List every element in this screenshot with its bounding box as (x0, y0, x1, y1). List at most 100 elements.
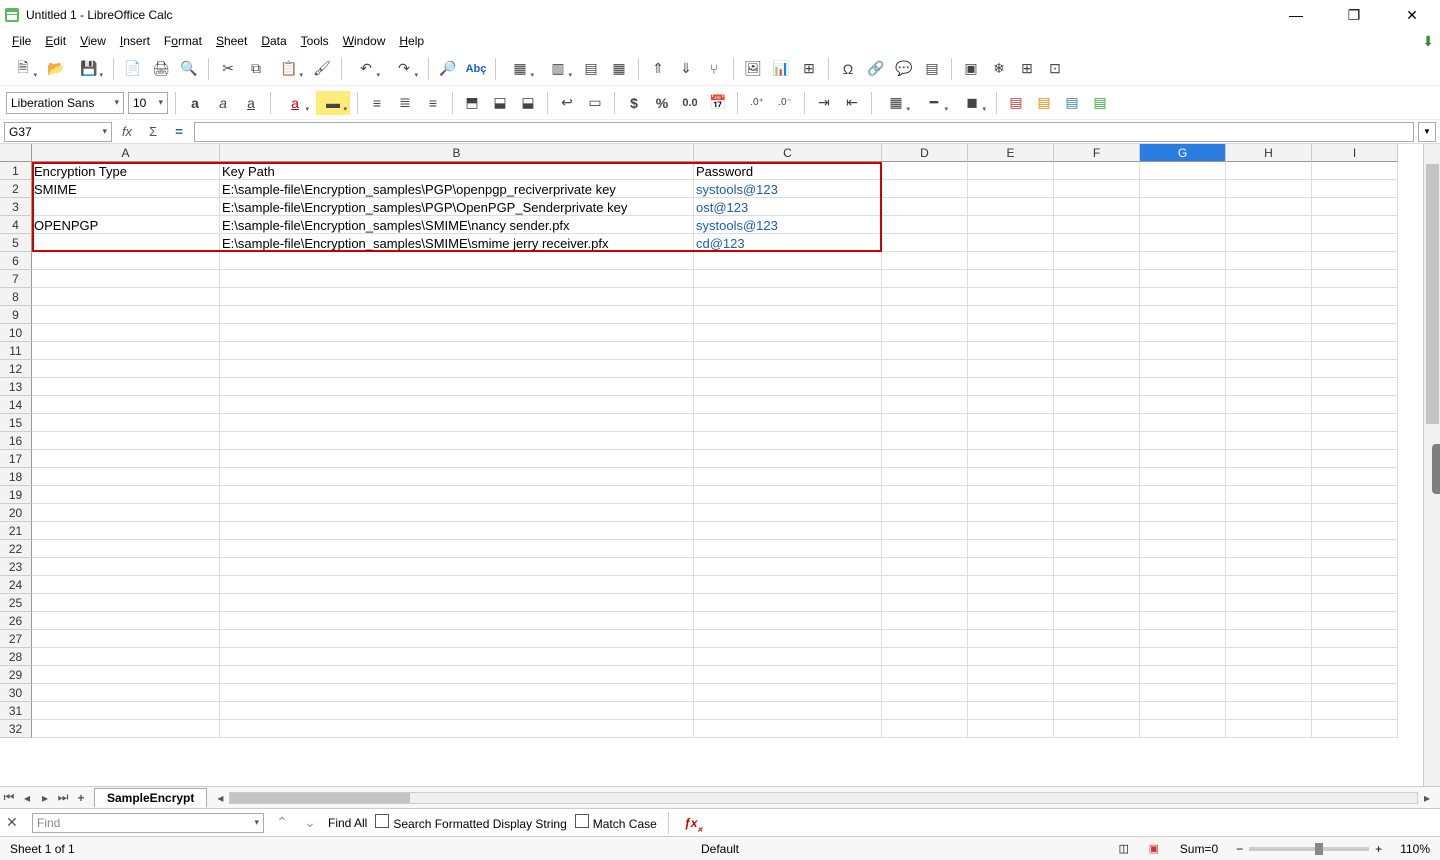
redo-button[interactable]: ↷ (387, 57, 421, 81)
cell[interactable] (1312, 666, 1398, 684)
add-decimal-button[interactable]: .0⁺ (745, 91, 769, 115)
cell[interactable] (1312, 288, 1398, 306)
cell[interactable] (1226, 594, 1312, 612)
row-header-9[interactable]: 9 (0, 306, 32, 324)
status-style[interactable]: Default (697, 842, 743, 856)
sheet-tab-active[interactable]: SampleEncrypt (94, 788, 207, 807)
cell[interactable] (1226, 378, 1312, 396)
row-button[interactable]: ▦ (503, 57, 537, 81)
row-header-21[interactable]: 21 (0, 522, 32, 540)
cell[interactable] (694, 558, 882, 576)
cell[interactable] (1140, 684, 1226, 702)
borders-button[interactable]: ▦ (879, 91, 913, 115)
print-button[interactable]: 🖨 (149, 57, 173, 81)
cell[interactable] (1312, 414, 1398, 432)
cell[interactable] (1226, 666, 1312, 684)
cell[interactable] (220, 720, 694, 738)
row-header-12[interactable]: 12 (0, 360, 32, 378)
zoom-in-button[interactable]: + (1375, 842, 1382, 856)
cell[interactable] (220, 630, 694, 648)
cell[interactable] (882, 594, 968, 612)
cell[interactable] (1226, 720, 1312, 738)
cell[interactable] (32, 450, 220, 468)
pivot-button[interactable]: ⊞ (797, 57, 821, 81)
cell[interactable] (1140, 360, 1226, 378)
headers-footers-button[interactable]: ▤ (920, 57, 944, 81)
cell[interactable] (968, 522, 1054, 540)
match-case-checkbox[interactable]: Match Case (575, 814, 657, 831)
cell[interactable] (694, 684, 882, 702)
cell[interactable] (1140, 522, 1226, 540)
align-middle-button[interactable]: ⬓ (488, 91, 512, 115)
cell[interactable] (882, 468, 968, 486)
save-button[interactable]: 💾 (72, 57, 106, 81)
print-preview-button[interactable]: 🔍 (177, 57, 201, 81)
cell[interactable] (1054, 180, 1140, 198)
font-name-combo[interactable]: Liberation Sans (6, 92, 124, 114)
cell[interactable] (694, 306, 882, 324)
cell[interactable] (882, 288, 968, 306)
cell[interactable] (220, 252, 694, 270)
cell[interactable] (1054, 612, 1140, 630)
spellcheck-button[interactable]: Abç (464, 57, 488, 81)
cell[interactable] (1140, 612, 1226, 630)
horizontal-scrollbar[interactable]: ◂ ▸ (211, 792, 1436, 804)
cell[interactable] (1312, 342, 1398, 360)
cell[interactable] (1312, 162, 1398, 180)
cell[interactable] (694, 612, 882, 630)
column-header-A[interactable]: A (32, 144, 220, 162)
cell-data[interactable]: SMIME (32, 180, 79, 198)
cell[interactable] (1226, 216, 1312, 234)
cell[interactable] (220, 306, 694, 324)
highlight-color-button[interactable]: ▬ (316, 91, 350, 115)
cell[interactable] (1312, 252, 1398, 270)
cell[interactable] (1140, 504, 1226, 522)
cell[interactable] (1226, 234, 1312, 252)
tab-prev-button[interactable]: ◂ (18, 789, 36, 807)
cell[interactable] (1140, 648, 1226, 666)
column-button[interactable]: ▥ (541, 57, 575, 81)
find-input[interactable]: Find (32, 813, 264, 833)
cell[interactable] (968, 720, 1054, 738)
cell[interactable] (220, 288, 694, 306)
cell[interactable] (968, 648, 1054, 666)
cell[interactable] (220, 504, 694, 522)
menu-tools[interactable]: Tools (295, 32, 335, 50)
cell[interactable] (882, 720, 968, 738)
sort-asc-button[interactable]: ⇑ (646, 57, 670, 81)
cell[interactable] (1054, 702, 1140, 720)
undo-button[interactable]: ↶ (349, 57, 383, 81)
cell[interactable] (694, 288, 882, 306)
cell[interactable] (1226, 180, 1312, 198)
row-header-5[interactable]: 5 (0, 234, 32, 252)
cell[interactable] (220, 414, 694, 432)
cell[interactable] (32, 288, 220, 306)
row-header-32[interactable]: 32 (0, 720, 32, 738)
cell[interactable] (882, 684, 968, 702)
cut-button[interactable]: ✂ (216, 57, 240, 81)
cell[interactable] (1140, 486, 1226, 504)
cell[interactable] (1140, 234, 1226, 252)
name-box[interactable]: G37 (4, 122, 112, 142)
cell[interactable] (1226, 360, 1312, 378)
cell[interactable] (32, 198, 220, 216)
cell-data[interactable]: Password (694, 162, 755, 180)
cell[interactable] (1140, 396, 1226, 414)
row-header-23[interactable]: 23 (0, 558, 32, 576)
wrap-text-button[interactable]: ↩ (555, 91, 579, 115)
cell[interactable] (220, 324, 694, 342)
cell[interactable] (882, 414, 968, 432)
remove-decimal-button[interactable]: .0⁻ (773, 91, 797, 115)
cell[interactable] (32, 558, 220, 576)
cell[interactable] (694, 252, 882, 270)
cell[interactable] (32, 432, 220, 450)
row-header-27[interactable]: 27 (0, 630, 32, 648)
cell[interactable] (968, 198, 1054, 216)
row-header-3[interactable]: 3 (0, 198, 32, 216)
formula-expand-button[interactable]: ▼ (1418, 122, 1436, 142)
cell[interactable] (32, 630, 220, 648)
cell[interactable] (968, 558, 1054, 576)
cell[interactable] (1226, 198, 1312, 216)
cell[interactable] (220, 396, 694, 414)
cell[interactable] (694, 702, 882, 720)
